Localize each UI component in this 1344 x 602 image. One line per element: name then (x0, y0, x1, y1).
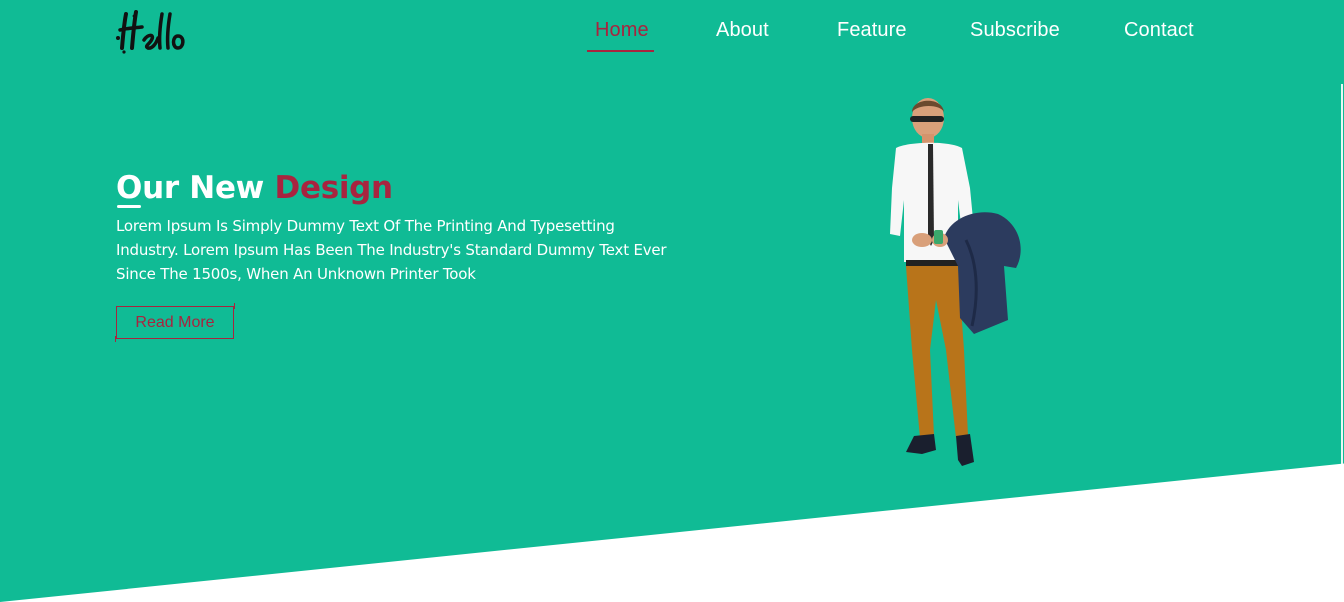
nav-item-contact[interactable]: Contact (1124, 18, 1194, 42)
nav-item-feature[interactable]: Feature (837, 18, 907, 42)
active-nav-indicator (587, 50, 654, 52)
hero-description: Lorem Ipsum Is Simply Dummy Text Of The … (116, 217, 667, 283)
title-underline (117, 205, 141, 208)
hero-title-accent: Design (274, 170, 394, 206)
hero-person-image (870, 90, 1040, 470)
nav-item-home[interactable]: Home (595, 18, 649, 42)
hero-background (0, 0, 1344, 602)
hero-title-first-letter: O (116, 170, 143, 206)
edge-divider (1341, 84, 1343, 464)
read-more-button[interactable]: Read More (115, 303, 235, 342)
hero-title-main: ur New (142, 170, 265, 206)
nav-item-about[interactable]: About (716, 18, 769, 42)
hero-title: Our New Design (116, 168, 393, 208)
nav-item-subscribe[interactable]: Subscribe (970, 18, 1060, 42)
main-navigation: Home About Feature Subscribe Contact (0, 16, 1344, 56)
